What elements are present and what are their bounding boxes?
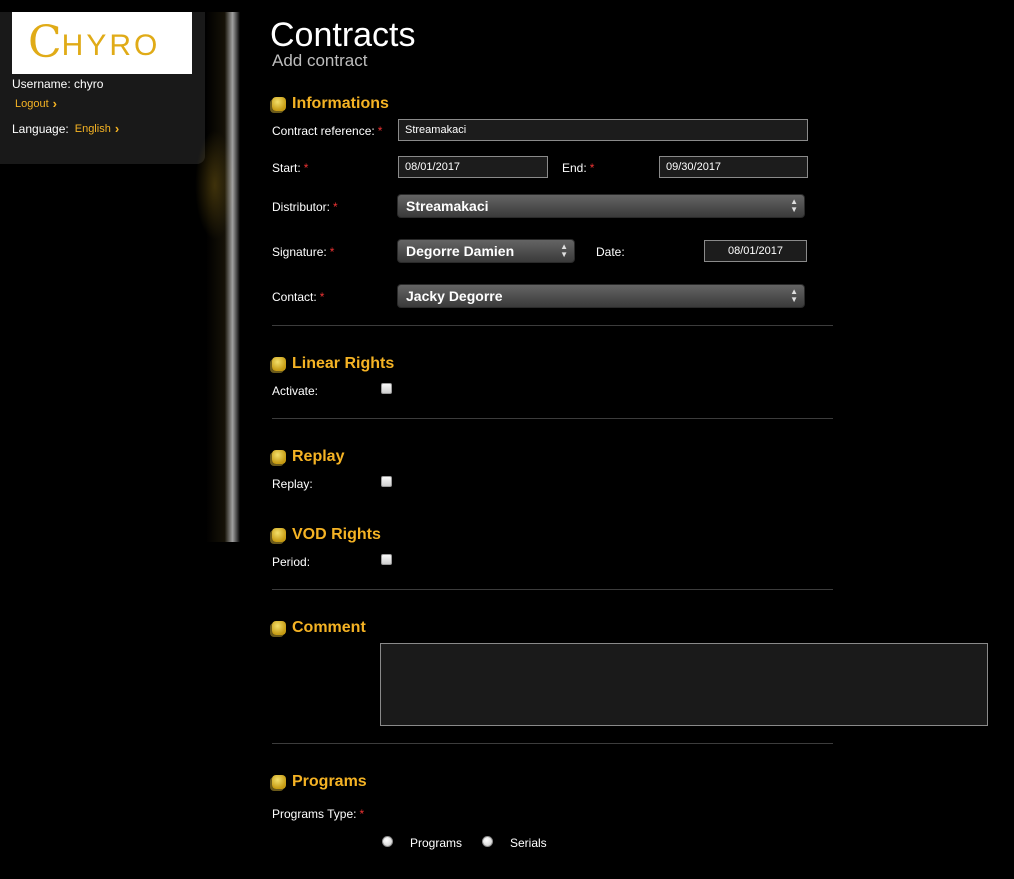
section-title-linear-rights: Linear Rights [292,355,395,372]
required-mark: * [359,807,365,821]
replay-checkbox[interactable] [381,476,392,487]
serials-radio-label[interactable]: Serials [510,836,547,850]
language-selector[interactable]: English › [75,121,119,136]
section-title-comment: Comment [292,619,366,636]
period-checkbox[interactable] [381,554,392,565]
signature-label-text: Signature: [272,245,327,259]
section-title-programs: Programs [292,773,367,790]
section-title-replay: Replay [292,448,345,465]
period-label: Period: [272,555,311,569]
required-mark: * [589,161,595,175]
section-bullet-icon [272,775,286,789]
contract-reference-label: Contract reference: * [272,124,382,138]
section-bullet-icon [272,528,286,542]
contact-select[interactable]: Jacky Degorre ▲ ▼ [397,284,805,308]
section-title-informations: Informations [292,95,389,112]
username-label: Username: [12,77,71,91]
required-mark: * [377,124,383,138]
section-bullet-icon [272,357,286,371]
logo-initial: C [28,17,62,68]
section-vod-rights: VOD Rights [272,526,381,544]
distributor-select[interactable]: Streamakaci ▲ ▼ [397,194,805,218]
programs-radio[interactable] [382,836,393,847]
contact-label: Contact: * [272,290,324,304]
contact-value: Jacky Degorre [406,288,503,304]
section-divider [272,743,833,744]
serials-radio[interactable] [482,836,493,847]
programs-type-label: Programs Type: * [272,807,364,821]
select-arrows-icon: ▲ ▼ [790,197,798,214]
end-label-text: End: [562,161,587,175]
required-mark: * [303,161,309,175]
activate-checkbox[interactable] [381,383,392,394]
section-bullet-icon [272,97,286,111]
page-subtitle: Add contract [272,51,368,70]
signature-date-input[interactable] [704,240,807,262]
select-arrows-icon: ▲ ▼ [560,242,568,259]
required-mark: * [329,245,335,259]
section-divider [272,589,833,590]
section-divider [272,418,833,419]
section-bullet-icon [272,621,286,635]
language-value: English [74,122,111,135]
section-programs: Programs [272,773,367,791]
language-label: Language: [12,121,69,136]
username-value: chyro [74,77,104,91]
section-informations: Informations [272,95,389,113]
divider-glow [206,12,240,542]
programs-radio-label[interactable]: Programs [410,836,462,850]
distributor-label: Distributor: * [272,200,338,214]
start-date-input[interactable] [398,156,548,178]
signature-value: Degorre Damien [406,243,515,259]
required-mark: * [333,200,338,214]
section-replay: Replay [272,448,344,466]
username-line: Username: chyro [12,77,103,91]
comment-textarea[interactable] [380,643,988,726]
signature-label: Signature: * [272,245,334,259]
logo-text: HYRO [61,29,161,62]
end-date-input[interactable] [659,156,808,178]
select-arrows-icon: ▲ ▼ [790,287,798,304]
replay-label: Replay: [272,477,313,491]
activate-label: Activate: [272,384,319,398]
chyro-logo: C HYRO [12,12,192,74]
signature-select[interactable]: Degorre Damien ▲ ▼ [397,239,575,263]
logout-link[interactable]: Logout › [15,96,57,111]
start-label: Start: * [272,161,308,175]
page-title: Contracts [270,16,416,54]
end-label: End: * [562,161,594,175]
logout-label: Logout [15,97,49,110]
contract-reference-input[interactable] [398,119,808,141]
contract-reference-label-text: Contract reference: [272,124,375,138]
contact-label-text: Contact: [272,290,317,304]
section-linear-rights: Linear Rights [272,355,394,373]
section-bullet-icon [272,450,286,464]
section-title-vod-rights: VOD Rights [292,526,381,543]
section-comment: Comment [272,619,366,637]
language-line: Language: English › [12,121,119,136]
distributor-label-text: Distributor: [272,200,331,214]
chevron-right-icon: › [114,121,120,136]
section-divider [272,325,833,326]
distributor-value: Streamakaci [406,198,489,214]
date-label: Date: [596,245,625,259]
required-mark: * [319,290,325,304]
chevron-right-icon: › [52,96,57,111]
start-label-text: Start: [272,161,301,175]
programs-type-label-text: Programs Type: [272,807,357,821]
